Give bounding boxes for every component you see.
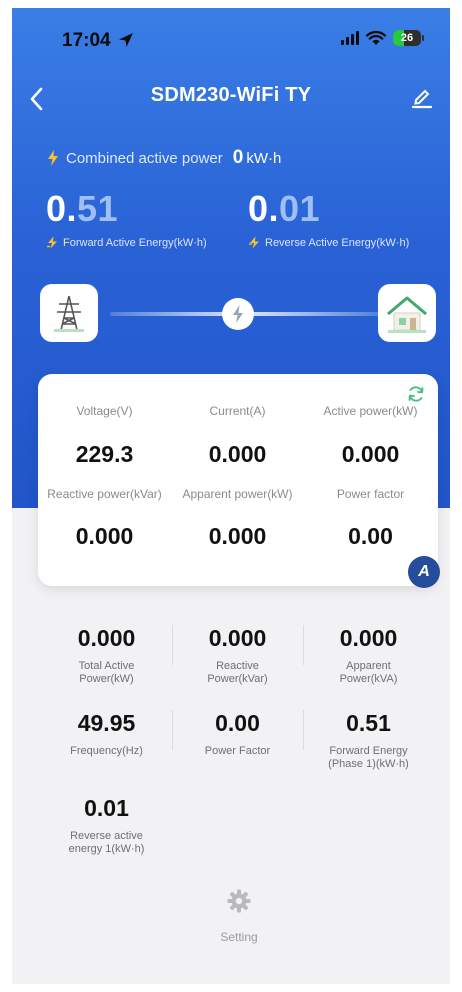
stat-value: 0.000 — [208, 625, 267, 651]
signal-icon — [341, 31, 359, 45]
stat-label: Total Active Power(kW) — [78, 660, 135, 685]
reverse-energy: 0.01 Reverse Active Energy(kW·h) — [248, 188, 409, 249]
stat-total-active-power: 0.000 Total Active Power(kW) — [41, 625, 172, 686]
combined-active-power: Combined active power 0 kW·h — [46, 147, 281, 169]
reverse-energy-value: 0.01 — [248, 188, 321, 229]
cell-value: 0.000 — [341, 441, 400, 467]
phase-a-badge[interactable]: A — [408, 556, 440, 588]
flow-center — [222, 298, 254, 330]
stat-frequency: 49.95 Frequency(Hz) — [41, 710, 172, 758]
stat-label: Apparent Power(kVA) — [339, 660, 398, 685]
forward-energy-value: 0.51 — [46, 188, 119, 229]
forward-energy-label: Forward Active Energy(kW·h) — [46, 236, 207, 249]
stat-forward-energy: 0.51 Forward Energy (Phase 1)(kW·h) — [303, 710, 434, 771]
stat-reactive-power: 0.000 Reactive Power(kVar) — [172, 625, 303, 686]
combined-label: Combined active power — [66, 150, 223, 167]
cell-label: Apparent power(kW) — [182, 487, 293, 501]
stat-label: Reverse active energy 1(kW·h) — [68, 830, 145, 855]
cell-value: 229.3 — [75, 441, 134, 467]
battery-level: 26 — [400, 32, 414, 44]
bolt-icon — [48, 150, 58, 166]
reverse-energy-label: Reverse Active Energy(kW·h) — [248, 236, 409, 249]
cell-value: 0.000 — [75, 523, 134, 549]
combined-unit: kW·h — [246, 150, 282, 167]
stat-value: 0.51 — [346, 710, 391, 736]
flow-bolt-icon — [233, 305, 243, 323]
realtime-card: Voltage(V) Current(A) Active power(kW) 2… — [38, 374, 440, 588]
status-time: 17:04 — [62, 30, 111, 51]
gear-icon[interactable] — [226, 888, 252, 914]
cell-label: Power factor — [336, 487, 405, 501]
stat-value: 0.000 — [77, 625, 136, 651]
stat-label: Reactive Power(kVar) — [207, 660, 268, 685]
grid-tile — [40, 284, 98, 342]
stat-label: Forward Energy (Phase 1)(kW·h) — [328, 745, 409, 770]
refresh-icon[interactable] — [406, 384, 426, 404]
stat-apparent-power: 0.000 Apparent Power(kVA) — [303, 625, 434, 686]
stat-label: Frequency(Hz) — [70, 745, 143, 757]
stat-value: 0.000 — [339, 625, 398, 651]
forward-bolt-icon — [47, 236, 57, 249]
cell-value: 0.000 — [208, 523, 267, 549]
home-tile — [378, 284, 436, 342]
reverse-bolt-icon — [249, 236, 259, 249]
house-icon — [387, 296, 427, 333]
stat-power-factor: 0.00 Power Factor — [172, 710, 303, 758]
stat-value: 0.01 — [84, 795, 129, 821]
combined-value: 0 — [232, 147, 244, 168]
forward-energy: 0.51 Forward Active Energy(kW·h) — [46, 188, 207, 249]
stat-label: Power Factor — [204, 745, 271, 757]
setting-label[interactable]: Setting — [189, 930, 289, 944]
page-title: SDM230-WiFi TY — [150, 84, 312, 106]
cell-value: 0.00 — [348, 523, 393, 549]
phone-screen: 17:04 26 SDM230-WiFi TY Combined active … — [12, 8, 450, 984]
cell-value: 0.000 — [208, 441, 267, 467]
cell-label: Active power(kW) — [323, 404, 418, 418]
cell-label: Voltage(V) — [76, 404, 133, 418]
battery-tip — [422, 35, 424, 41]
stat-value: 0.00 — [215, 710, 260, 736]
status-indicators: 26 — [341, 30, 424, 46]
stat-reverse-energy: 0.01 Reverse active energy 1(kW·h) — [41, 795, 172, 856]
cell-label: Current(A) — [209, 404, 266, 418]
edit-icon[interactable] — [410, 84, 434, 110]
stat-value: 49.95 — [77, 710, 136, 736]
location-arrow-icon — [119, 33, 133, 47]
battery-icon: 26 — [393, 30, 421, 46]
cell-label: Reactive power(kVar) — [47, 487, 162, 501]
wifi-icon — [366, 30, 386, 45]
power-tower-icon — [54, 295, 84, 332]
